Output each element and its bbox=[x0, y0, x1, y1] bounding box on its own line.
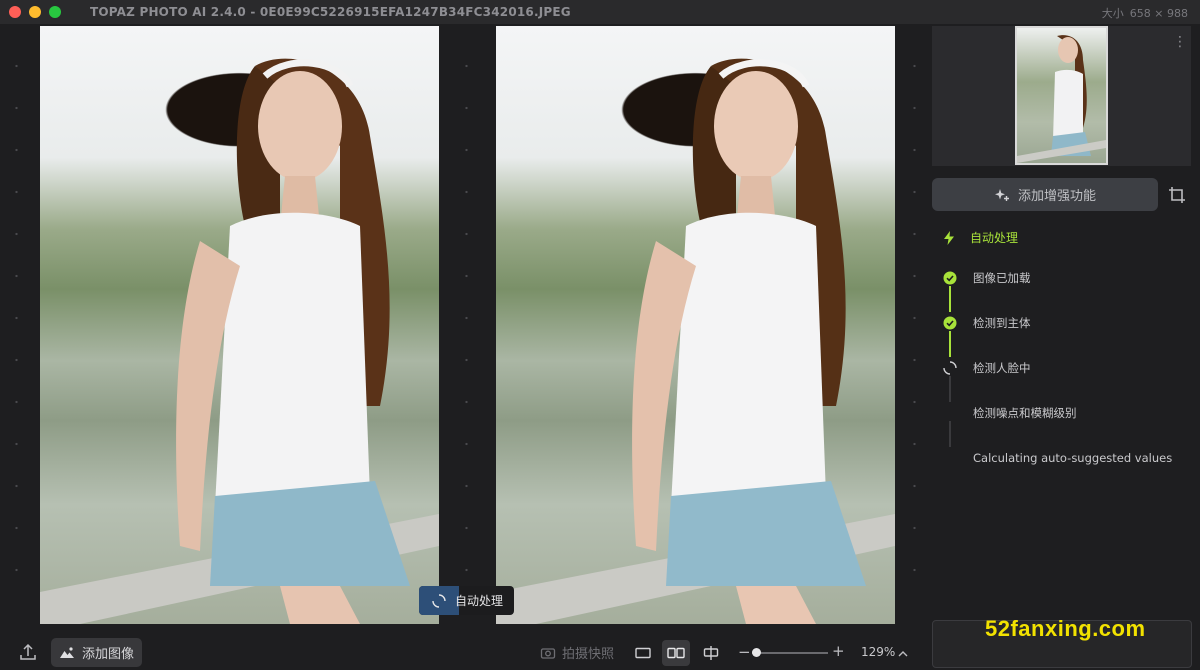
step-label: 检测到主体 bbox=[973, 316, 1031, 330]
original-photo-content bbox=[40, 58, 439, 624]
camera-icon bbox=[540, 647, 556, 659]
check-icon bbox=[942, 270, 958, 286]
auto-process-header: 自动处理 bbox=[942, 229, 1018, 246]
window-controls bbox=[9, 6, 61, 18]
add-image-label: 添加图像 bbox=[82, 647, 135, 662]
window-title: TOPAZ PHOTO AI 2.4.0 - 0E0E99C5226915EFA… bbox=[90, 5, 571, 19]
preview-photo-content bbox=[496, 58, 895, 624]
zoom-slider[interactable] bbox=[752, 652, 828, 654]
side-by-side-icon bbox=[667, 647, 685, 659]
auto-process-indicator[interactable]: 自动处理 bbox=[419, 586, 514, 615]
step-calculating-values: Calculating auto-suggested values bbox=[942, 444, 1182, 472]
image-mountain-icon bbox=[60, 646, 74, 658]
zoom-value[interactable]: 129% bbox=[861, 645, 895, 659]
chevron-up-icon[interactable] bbox=[897, 645, 909, 657]
navigator-panel: ⋮ bbox=[932, 26, 1191, 166]
snapshot-label: 拍摄快照 bbox=[562, 647, 615, 662]
canvas-divider-dots bbox=[465, 45, 468, 605]
add-image-button[interactable]: 添加图像 bbox=[51, 638, 142, 667]
step-detecting-faces: 检测人脸中 bbox=[942, 354, 1182, 382]
spinner-icon bbox=[942, 360, 958, 376]
canvas-edge-dots bbox=[15, 45, 18, 605]
sparkle-add-icon bbox=[994, 188, 1009, 201]
crop-icon bbox=[1169, 187, 1185, 203]
step-label: 检测人脸中 bbox=[973, 361, 1031, 375]
zoom-slider-knob[interactable] bbox=[752, 648, 761, 657]
close-window-button[interactable] bbox=[9, 6, 21, 18]
split-view-button[interactable] bbox=[697, 640, 725, 666]
single-view-icon bbox=[635, 647, 651, 659]
title-bar: TOPAZ PHOTO AI 2.4.0 - 0E0E99C5226915EFA… bbox=[0, 0, 1200, 24]
step-label: 图像已加载 bbox=[973, 271, 1031, 285]
split-view-icon bbox=[703, 646, 719, 660]
image-size: 大小 658 × 988 bbox=[1102, 5, 1188, 21]
original-image[interactable] bbox=[40, 26, 439, 624]
side-by-side-view-button[interactable] bbox=[662, 640, 690, 666]
minimize-window-button[interactable] bbox=[29, 6, 41, 18]
crop-button[interactable] bbox=[1166, 184, 1188, 206]
image-size-label: 大小 bbox=[1101, 7, 1124, 20]
preview-image[interactable] bbox=[496, 26, 895, 624]
more-options-icon[interactable]: ⋮ bbox=[1173, 32, 1187, 52]
export-icon[interactable] bbox=[20, 643, 36, 661]
maximize-window-button[interactable] bbox=[49, 6, 61, 18]
spinner-icon bbox=[419, 586, 459, 615]
step-image-loaded: 图像已加载 bbox=[942, 264, 1182, 292]
auto-process-title: 自动处理 bbox=[970, 231, 1019, 245]
step-label: Calculating auto-suggested values bbox=[973, 451, 1173, 465]
pending-marker bbox=[942, 405, 958, 421]
canvas-edge-dots-right bbox=[913, 45, 916, 605]
check-icon bbox=[942, 315, 958, 331]
step-label: 检测噪点和模糊级别 bbox=[973, 406, 1077, 420]
lightning-icon bbox=[944, 230, 954, 245]
image-size-value: 658 × 988 bbox=[1129, 7, 1188, 20]
auto-process-label: 自动处理 bbox=[455, 594, 504, 608]
zoom-in-button[interactable]: + bbox=[832, 644, 845, 659]
add-enhancement-label: 添加增强功能 bbox=[1017, 189, 1096, 204]
single-view-button[interactable] bbox=[629, 640, 657, 666]
add-enhancement-button[interactable]: 添加增强功能 bbox=[932, 178, 1158, 211]
step-detecting-noise: 检测噪点和模糊级别 bbox=[942, 399, 1182, 427]
pending-marker bbox=[942, 450, 958, 466]
step-subject-detected: 检测到主体 bbox=[942, 309, 1182, 337]
zoom-out-button[interactable]: − bbox=[738, 645, 751, 660]
navigator-thumbnail[interactable] bbox=[1015, 26, 1108, 165]
snapshot-button[interactable]: 拍摄快照 bbox=[540, 643, 614, 662]
watermark-text: 52fanxing.com bbox=[985, 616, 1146, 641]
